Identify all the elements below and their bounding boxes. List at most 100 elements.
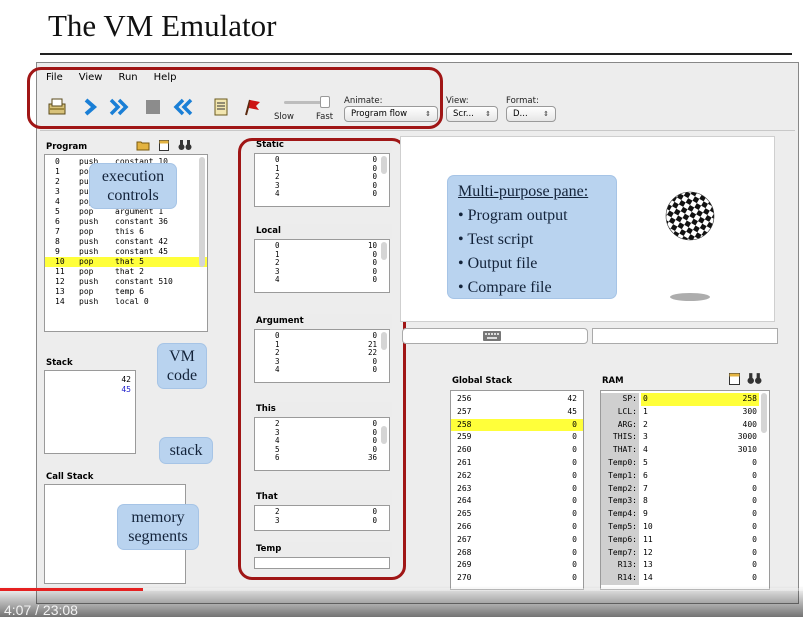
ram-row[interactable]: LCL: 1 300	[601, 405, 769, 419]
global-stack-value: 0	[572, 547, 577, 557]
program-row[interactable]: 14 push local 0	[45, 297, 207, 307]
global-stack-address: 257	[457, 406, 472, 416]
global-stack-value: 0	[572, 496, 577, 506]
slide-title: The VM Emulator	[48, 8, 277, 43]
ball-shadow	[670, 293, 710, 301]
program-row[interactable]: 6 push constant 36	[45, 217, 207, 227]
vm-code-callout: VM code	[158, 344, 206, 388]
global-stack-row[interactable]: 261 0	[451, 457, 583, 470]
global-stack-value: 0	[572, 419, 577, 429]
program-line-number: 11	[55, 267, 65, 276]
new-file-icon[interactable]	[158, 139, 170, 152]
ram-value: 0	[752, 547, 757, 557]
program-argument: local 0	[115, 297, 149, 306]
global-stack-row[interactable]: 260 0	[451, 444, 583, 457]
open-folder-icon[interactable]	[136, 139, 150, 151]
global-stack-row[interactable]: 256 42	[451, 393, 583, 406]
global-stack-value: 0	[572, 483, 577, 493]
binoculars-icon[interactable]	[178, 139, 192, 151]
ram-row[interactable]: R13: 13 0	[601, 559, 769, 573]
global-stack-address: 265	[457, 509, 472, 519]
output-field	[592, 328, 778, 344]
program-line-number: 9	[55, 247, 60, 256]
global-stack-address: 261	[457, 457, 472, 467]
program-argument: argument 1	[115, 207, 164, 216]
program-scrollbar[interactable]	[199, 157, 205, 267]
global-stack-row[interactable]: 269 0	[451, 559, 583, 572]
program-argument: constant 36	[115, 217, 168, 226]
program-line-number: 8	[55, 237, 60, 246]
ram-row[interactable]: Temp0: 5 0	[601, 456, 769, 470]
ram-row[interactable]: Temp6: 11 0	[601, 533, 769, 547]
program-argument: that 5	[115, 257, 144, 266]
ram-row[interactable]: Temp1: 6 0	[601, 469, 769, 483]
ram-value: 0	[752, 496, 757, 506]
ram-scrollbar[interactable]	[761, 393, 767, 433]
stack-panel: Stack 42 45	[42, 356, 136, 456]
global-stack-value: 0	[572, 470, 577, 480]
global-stack-address: 260	[457, 445, 472, 455]
ram-address: 10	[643, 521, 653, 531]
program-line-number: 3	[55, 187, 60, 196]
global-stack-row[interactable]: 262 0	[451, 470, 583, 483]
program-line-number: 14	[55, 297, 65, 306]
global-stack-row[interactable]: 263 0	[451, 483, 583, 496]
program-row[interactable]: 7 pop this 6	[45, 227, 207, 237]
ram-row[interactable]: THAT: 4 3010	[601, 444, 769, 457]
program-row[interactable]: 9 push constant 45	[45, 247, 207, 257]
binoculars-icon[interactable]	[747, 372, 762, 385]
global-stack-row[interactable]: 267 0	[451, 534, 583, 547]
global-stack-row[interactable]: 259 0	[451, 431, 583, 444]
program-command: push	[79, 217, 99, 226]
program-line-number: 1	[55, 167, 60, 176]
ram-label: Temp1:	[601, 469, 639, 483]
global-stack-row[interactable]: 266 0	[451, 521, 583, 534]
program-row[interactable]: 8 push constant 42	[45, 237, 207, 247]
ram-value: 400	[742, 419, 757, 429]
ram-row-highlight	[641, 393, 759, 406]
view-select[interactable]: Scr... ⇕	[446, 106, 498, 122]
global-stack-row[interactable]: 268 0	[451, 547, 583, 560]
ram-row[interactable]: ARG: 2 400	[601, 418, 769, 432]
ram-value: 0	[752, 509, 757, 519]
ram-row[interactable]: Temp3: 8 0	[601, 495, 769, 509]
global-stack-value: 0	[572, 560, 577, 570]
global-stack-row[interactable]: 264 0	[451, 495, 583, 508]
program-command: pop	[79, 267, 94, 276]
global-stack-row[interactable]: 270 0	[451, 572, 583, 585]
global-stack-row[interactable]: 258 0	[451, 418, 583, 432]
multi-item: • Test script	[458, 231, 534, 248]
global-stack-value: 0	[572, 521, 577, 531]
program-row[interactable]: 11 pop that 2	[45, 267, 207, 277]
program-line-number: 4	[55, 197, 60, 206]
ram-row[interactable]: SP: 0 258	[601, 393, 769, 406]
global-stack-row[interactable]: 265 0	[451, 508, 583, 521]
title-divider	[40, 53, 792, 55]
stack-value: 42	[121, 375, 131, 384]
ram-list[interactable]: SP: 0 258 LCL: 1 300 ARG: 2 400 THIS: 3 3000 THAT: 4 3…	[600, 390, 770, 590]
format-select-value: D...	[513, 109, 528, 119]
format-select[interactable]: D... ⇕	[506, 106, 556, 122]
ram-row[interactable]: Temp2: 7 0	[601, 482, 769, 496]
global-stack-row[interactable]: 257 45	[451, 406, 583, 419]
program-row[interactable]: 10 pop that 5	[45, 257, 207, 267]
ram-row[interactable]: Temp5: 10 0	[601, 520, 769, 534]
program-row[interactable]: 13 pop temp 6	[45, 287, 207, 297]
new-file-icon[interactable]	[728, 372, 741, 386]
global-stack-list[interactable]: 256 42 257 45 258 0 259 0 260 0 261 0 262 0 263 0 264 0 26…	[450, 390, 584, 590]
ram-tools	[728, 372, 762, 386]
ram-address: 11	[643, 534, 653, 544]
program-line-number: 7	[55, 227, 60, 236]
global-stack-value: 0	[572, 534, 577, 544]
program-row[interactable]: 12 push constant 510	[45, 277, 207, 287]
ram-row[interactable]: R14: 14 0	[601, 572, 769, 585]
program-row[interactable]: 5 pop argument 1	[45, 207, 207, 217]
ram-row[interactable]: THIS: 3 3000	[601, 431, 769, 445]
program-command: push	[79, 247, 99, 256]
execution-controls-outline	[27, 67, 443, 129]
ram-row[interactable]: Temp4: 9 0	[601, 508, 769, 521]
stack-list: 42 45	[44, 370, 136, 454]
ram-row[interactable]: Temp7: 12 0	[601, 546, 769, 560]
ram-address: 1	[643, 406, 648, 416]
ram-address: 14	[643, 573, 653, 583]
